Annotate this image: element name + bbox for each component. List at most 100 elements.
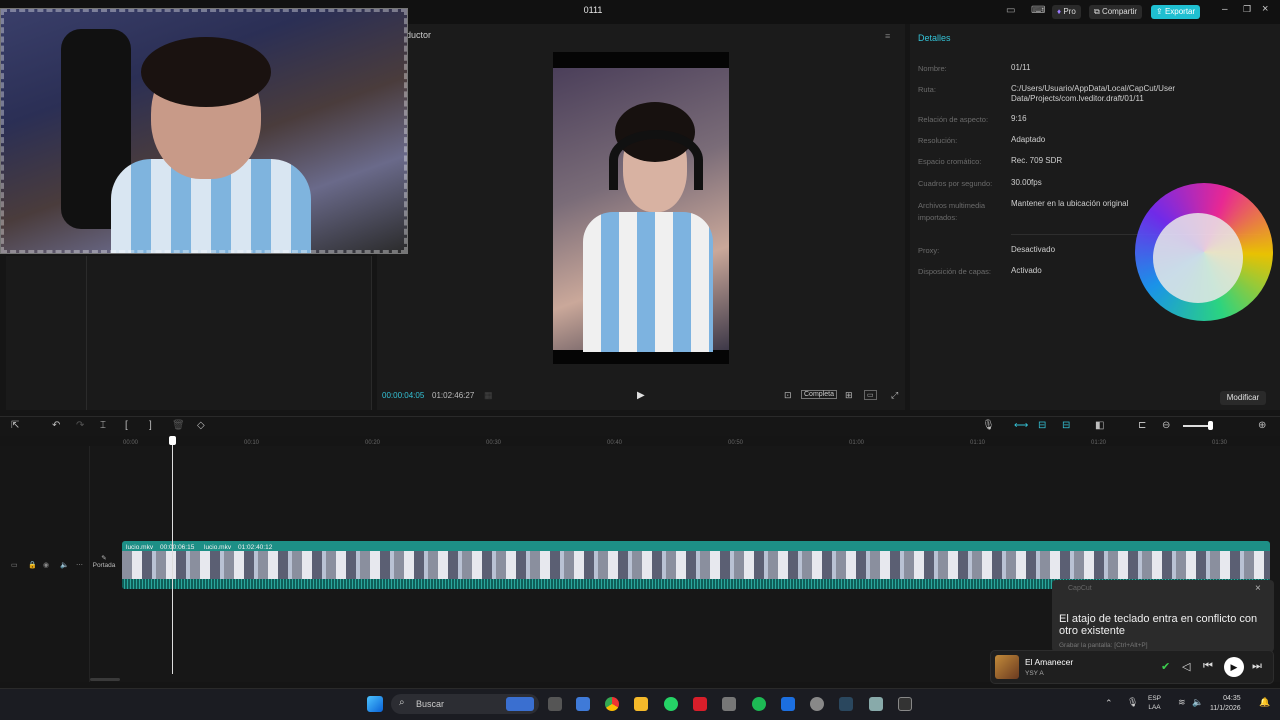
clip-name: lucio.mkv	[126, 544, 154, 551]
task-view-icon[interactable]	[548, 697, 562, 711]
detail-label: Ruta:	[918, 85, 936, 94]
preview-video-frame[interactable]	[553, 52, 729, 364]
detail-label: Proxy:	[918, 246, 940, 255]
marker-icon[interactable]: ◇	[197, 420, 205, 431]
minimize-icon[interactable]: –	[1222, 4, 1228, 15]
split-screen-icon[interactable]: ◧	[1095, 420, 1104, 431]
whatsapp-icon[interactable]	[664, 697, 678, 711]
speaker-icon[interactable]: 🔈	[1192, 697, 1203, 708]
chevron-up-icon[interactable]: ⌃	[1105, 698, 1113, 709]
webcam-overlay	[0, 8, 408, 254]
fullscreen-icon[interactable]: ⤢	[891, 390, 898, 401]
detail-value: Adaptado	[1011, 135, 1046, 144]
playhead-handle[interactable]	[169, 436, 176, 445]
cover-button[interactable]: ✎ Portada	[91, 554, 117, 576]
player-menu-icon[interactable]: ≡	[885, 31, 890, 41]
detail-label: Cuadros por segundo:	[918, 179, 993, 188]
media-panel	[6, 256, 372, 410]
project-title: 0111	[583, 5, 603, 15]
details-tab[interactable]: Detalles	[918, 33, 951, 43]
microphone-icon[interactable]: 🎙	[982, 420, 995, 431]
widgets-icon[interactable]	[506, 697, 534, 711]
undo-icon[interactable]: ↶	[52, 420, 60, 431]
song-title: El Amanecer	[1025, 657, 1074, 667]
preview-axis-icon[interactable]: ⊟	[1062, 420, 1070, 431]
previous-track-icon[interactable]: ⏮	[1203, 660, 1213, 673]
detail-value: 01/11	[1011, 63, 1031, 72]
detail-label: Espacio cromático:	[918, 157, 982, 166]
song-artist: YSY A	[1025, 670, 1044, 677]
track-type-icon: ▭	[11, 562, 18, 569]
play-pause-button[interactable]: ▶	[1224, 657, 1244, 677]
edit-icon: ✎	[101, 555, 107, 562]
wifi-icon[interactable]: ≋	[1178, 697, 1186, 708]
steam-icon[interactable]	[839, 697, 853, 711]
search-placeholder: Buscar	[416, 699, 445, 709]
total-timecode: 01:02:46:27	[432, 391, 475, 400]
timeline-toolbar	[0, 416, 1280, 436]
modify-button[interactable]: Modificar	[1220, 391, 1266, 405]
app-icon[interactable]	[810, 697, 824, 711]
speaker-icon[interactable]: 🔈	[60, 561, 69, 569]
detail-value: C:/Users/Usuario/AppData/Local/CapCut/Us…	[1011, 84, 1176, 103]
snap-icon[interactable]: ⊟	[1038, 420, 1046, 431]
ratio-icon[interactable]: ▭	[864, 390, 877, 400]
volume-icon[interactable]: ◁	[1182, 660, 1190, 673]
playhead[interactable]	[172, 438, 173, 674]
next-track-icon[interactable]: ⏭	[1252, 660, 1262, 673]
detail-label: Nombre:	[918, 64, 947, 73]
eye-icon[interactable]: ◉	[43, 561, 49, 569]
crop-icon[interactable]: ⊡	[784, 390, 792, 401]
app-icon[interactable]	[781, 697, 795, 711]
current-timecode: 00:00:04:05	[382, 391, 425, 400]
zoom-out-icon[interactable]: ⊖	[1162, 420, 1170, 431]
clock[interactable]: 04:35 11/1/2026	[1210, 694, 1241, 714]
app-icon[interactable]	[693, 697, 707, 711]
notification-bell-icon[interactable]: 🔔	[1259, 697, 1270, 708]
split-icon[interactable]: ⌶	[100, 420, 106, 431]
store-icon[interactable]	[576, 697, 590, 711]
trim-right-icon[interactable]: ]	[149, 420, 152, 431]
file-explorer-icon[interactable]	[634, 697, 648, 711]
export-button[interactable]: ⇪ Exportar	[1151, 5, 1201, 19]
redo-icon[interactable]: ↷	[76, 420, 84, 431]
close-icon[interactable]: ×	[1255, 583, 1261, 594]
microphone-icon[interactable]: 🎙	[1127, 697, 1138, 708]
toast-subtext: Grabar la pantalla: [Ctrl+Alt+P]	[1059, 642, 1148, 649]
zoom-slider-handle[interactable]	[1208, 421, 1213, 430]
spotify-icon[interactable]	[752, 697, 766, 711]
share-icon: ⧉	[1094, 7, 1100, 16]
delete-icon[interactable]: 🗑	[172, 420, 185, 431]
link-icon[interactable]: ⟷	[1014, 420, 1028, 431]
select-tool-icon[interactable]: ⇱	[11, 420, 19, 431]
app-icon[interactable]	[722, 697, 736, 711]
capcut-icon[interactable]	[898, 697, 912, 711]
play-icon[interactable]: ▶	[637, 390, 647, 402]
start-icon[interactable]	[367, 696, 383, 712]
grid-icon[interactable]: ▦	[484, 390, 493, 401]
caption-icon[interactable]: ⊏	[1138, 420, 1146, 431]
lock-icon[interactable]: 🔒	[28, 561, 37, 569]
pro-button[interactable]: ♦ Pro	[1052, 5, 1081, 19]
layout-icon[interactable]: ▭	[1006, 5, 1015, 16]
share-button[interactable]: ⧉ Compartir	[1089, 5, 1143, 19]
chrome-icon[interactable]	[605, 697, 619, 711]
app-icon[interactable]	[869, 697, 883, 711]
language-indicator[interactable]: ESP LAA	[1148, 694, 1161, 712]
diamond-icon: ♦	[1057, 7, 1062, 16]
quality-dropdown[interactable]: Completa	[801, 390, 837, 399]
detail-label: Resolución:	[918, 136, 958, 145]
visualizer-overlay	[1135, 183, 1273, 321]
toast-app-name: CapCut	[1068, 585, 1092, 592]
spotify-check-icon: ✔	[1161, 661, 1171, 673]
more-icon[interactable]: ⋯	[76, 561, 83, 569]
player-tab[interactable]: ductor	[406, 30, 431, 40]
fit-timeline-icon[interactable]: ⊕	[1258, 420, 1266, 431]
fit-icon[interactable]: ⊞	[845, 390, 853, 401]
maximize-icon[interactable]: ❐	[1243, 4, 1251, 15]
timeline-scrollbar[interactable]	[90, 678, 120, 681]
shortcuts-icon[interactable]: ⌨	[1031, 5, 1045, 16]
detail-label: Relación de aspecto:	[918, 115, 989, 124]
close-icon[interactable]: ×	[1262, 3, 1268, 15]
trim-left-icon[interactable]: [	[125, 420, 128, 431]
